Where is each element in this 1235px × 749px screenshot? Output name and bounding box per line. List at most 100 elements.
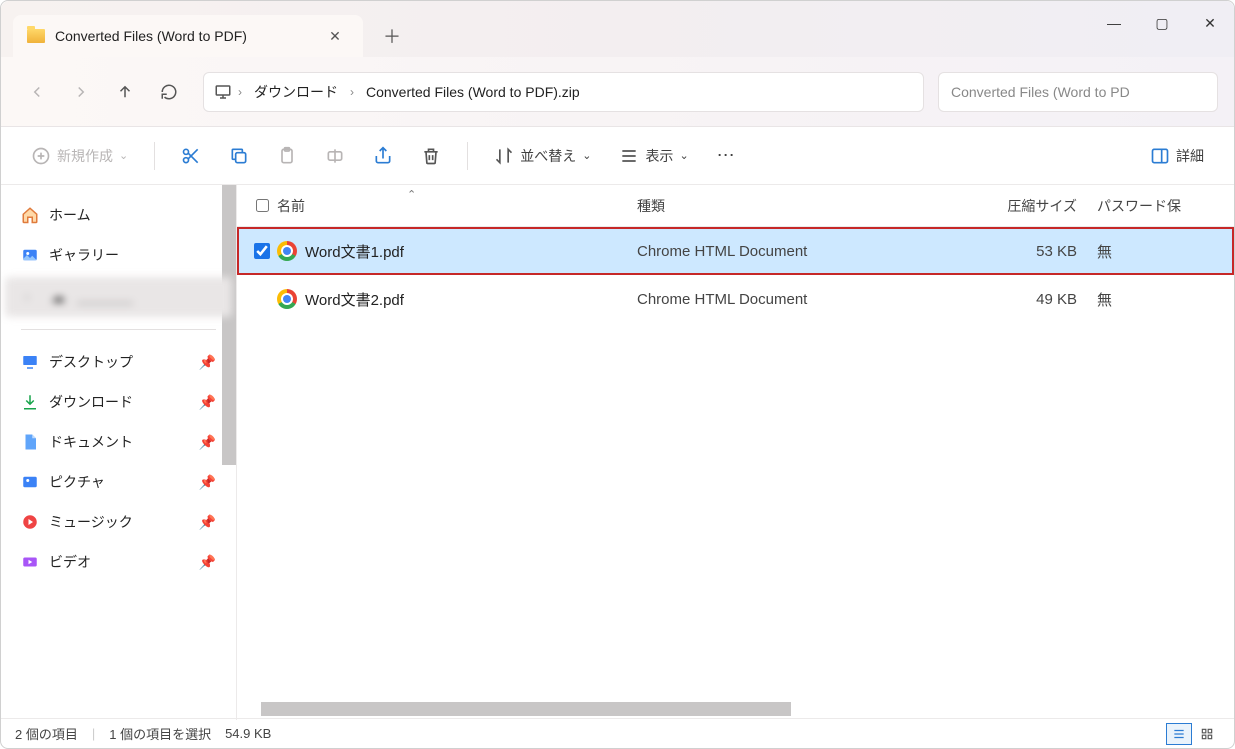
sidebar-item-gallery[interactable]: ギャラリー [1,235,236,275]
select-all-checkbox[interactable] [247,199,277,212]
cloud-icon: ☁ [49,288,67,306]
rename-button[interactable] [315,138,355,174]
pin-icon[interactable]: 📌 [199,354,216,371]
document-icon [21,433,39,451]
breadcrumb-segment[interactable]: Converted Files (Word to PDF).zip [360,80,586,104]
row-checkbox[interactable] [254,243,270,259]
pin-icon[interactable]: 📌 [199,514,216,531]
file-size: 49 KB [897,291,1097,308]
file-type: Chrome HTML Document [637,291,897,308]
sidebar-item-hidden[interactable]: › ☁ ＿＿＿＿ [5,277,232,317]
sidebar-item-music[interactable]: ミュージック 📌 [1,502,236,542]
sidebar-item-home[interactable]: ホーム [1,195,236,235]
file-name: Word文書2.pdf [305,289,404,310]
new-tab-button[interactable]: ＋ [375,19,409,53]
address-bar[interactable]: › ダウンロード › Converted Files (Word to PDF)… [203,72,924,112]
separator [21,329,216,330]
sidebar-scrollbar[interactable] [222,185,236,465]
file-type: Chrome HTML Document [637,243,897,260]
separator: | [92,726,95,741]
sidebar-label: ギャラリー [49,245,119,265]
copy-icon [229,146,249,166]
selection-size: 54.9 KB [225,726,271,741]
sidebar-item-pictures[interactable]: ピクチャ 📌 [1,462,236,502]
delete-button[interactable] [411,138,451,174]
download-icon [21,393,39,411]
window-controls: — ▢ ✕ [1090,1,1234,45]
chevron-down-icon: ⌄ [679,149,688,162]
details-button[interactable]: 詳細 [1140,138,1214,174]
sidebar-label: デスクトップ [49,352,133,372]
maximize-button[interactable]: ▢ [1138,1,1186,45]
refresh-button[interactable] [149,72,189,112]
paste-button[interactable] [267,138,307,174]
selection-count: 1 個の項目を選択 [109,724,211,743]
tab-title: Converted Files (Word to PDF) [55,28,247,44]
title-bar: Converted Files (Word to PDF) ✕ ＋ — ▢ ✕ [1,1,1234,57]
up-button[interactable] [105,72,145,112]
sidebar-label: ホーム [49,205,91,225]
search-box[interactable]: Converted Files (Word to PD [938,72,1218,112]
sort-button[interactable]: 並べ替え ⌄ [484,138,601,174]
share-button[interactable] [363,138,403,174]
pictures-icon [21,473,39,491]
desktop-icon [21,353,39,371]
close-window-button[interactable]: ✕ [1186,1,1234,45]
back-button[interactable] [17,72,57,112]
sidebar-label: ＿＿＿＿ [77,287,133,307]
sidebar-item-video[interactable]: ビデオ 📌 [1,542,236,582]
toolbar: 新規作成 ⌄ 並べ替え ⌄ 表示 ⌄ ⋯ 詳細 [1,127,1234,185]
new-label: 新規作成 [57,146,113,166]
chevron-right-icon[interactable]: › [238,85,242,99]
list-icon [619,146,639,166]
horizontal-scrollbar[interactable] [261,702,791,716]
sort-caret-icon: ⌃ [407,188,416,201]
column-password[interactable]: パスワード保 [1097,196,1234,216]
scissors-icon [181,146,201,166]
sidebar-item-downloads[interactable]: ダウンロード 📌 [1,382,236,422]
minimize-button[interactable]: — [1090,1,1138,45]
file-row[interactable]: Word文書2.pdf Chrome HTML Document 49 KB 無 [237,275,1234,323]
pin-icon[interactable]: 📌 [199,434,216,451]
column-type[interactable]: 種類 [637,196,897,216]
chevron-right-icon: › [25,290,39,304]
icons-view-button[interactable] [1194,723,1220,745]
pin-icon[interactable]: 📌 [199,394,216,411]
share-icon [373,146,393,166]
view-label: 表示 [645,146,673,166]
sidebar: ホーム ギャラリー › ☁ ＿＿＿＿ デスクトップ 📌 ダウンロード 📌 [1,185,237,720]
sidebar-label: ピクチャ [49,472,105,492]
chevron-down-icon: ⌄ [119,149,128,162]
monitor-icon [214,83,232,101]
pin-icon[interactable]: 📌 [199,554,216,571]
chevron-right-icon[interactable]: › [350,85,354,99]
new-button[interactable]: 新規作成 ⌄ [21,138,138,174]
sidebar-item-desktop[interactable]: デスクトップ 📌 [1,342,236,382]
window-tab[interactable]: Converted Files (Word to PDF) ✕ [13,15,363,57]
file-row[interactable]: Word文書1.pdf Chrome HTML Document 53 KB 無 [237,227,1234,275]
sidebar-label: ビデオ [49,552,91,572]
file-password: 無 [1097,289,1234,310]
search-placeholder: Converted Files (Word to PD [951,84,1130,100]
file-name: Word文書1.pdf [305,241,404,262]
breadcrumb-segment[interactable]: ダウンロード [248,78,344,106]
close-tab-button[interactable]: ✕ [321,22,349,50]
separator [154,142,155,170]
item-count: 2 個の項目 [15,724,78,743]
sidebar-label: ドキュメント [49,432,133,452]
cut-button[interactable] [171,138,211,174]
copy-button[interactable] [219,138,259,174]
view-button[interactable]: 表示 ⌄ [609,138,698,174]
column-size[interactable]: 圧縮サイズ [897,196,1097,216]
sort-label: 並べ替え [520,146,576,166]
column-name[interactable]: ⌃ 名前 [277,196,637,216]
separator [467,142,468,170]
chrome-icon [277,289,297,309]
sidebar-item-documents[interactable]: ドキュメント 📌 [1,422,236,462]
forward-button[interactable] [61,72,101,112]
details-view-button[interactable] [1166,723,1192,745]
more-button[interactable]: ⋯ [707,138,747,174]
pin-icon[interactable]: 📌 [199,474,216,491]
gallery-icon [21,246,39,264]
video-icon [21,553,39,571]
